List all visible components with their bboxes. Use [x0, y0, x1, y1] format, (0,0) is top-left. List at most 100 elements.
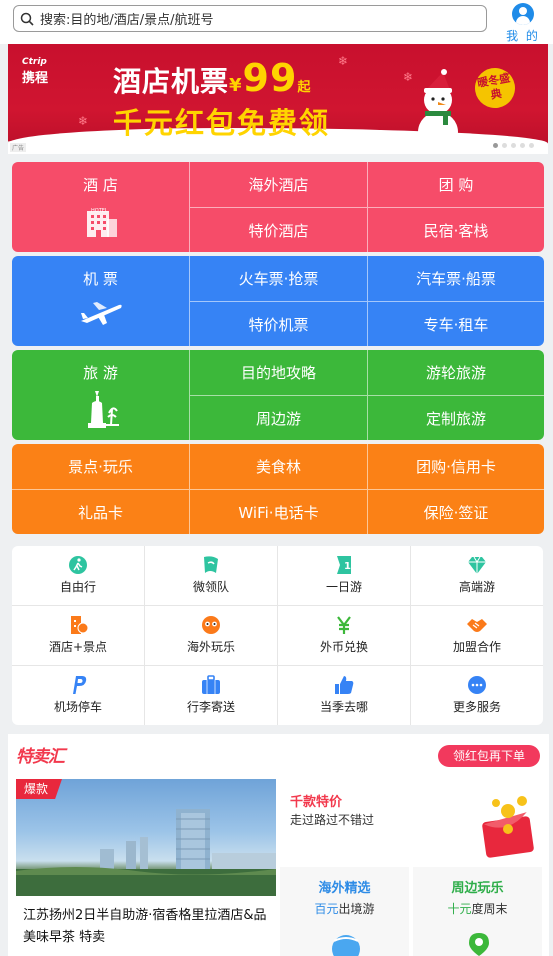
snowflake-icon: ❄	[78, 114, 89, 128]
hotel-section: 酒 店 HOTEL 海外酒店 团 购 特价酒店 民宿·客栈	[12, 162, 544, 252]
travel-button[interactable]: 旅 游	[12, 350, 189, 440]
service-label: 更多服务	[452, 700, 501, 714]
service-seasonal-picks[interactable]: 当季去哪	[278, 666, 410, 725]
flash-sale-section: 特卖汇 领红包再下单 爆款 江苏扬州2日半自助游·宿香格里拉酒店&品美味早茶 特…	[8, 734, 549, 956]
more-icon	[468, 676, 486, 694]
location-pin-icon	[469, 933, 489, 956]
overseas-hotel-button[interactable]: 海外酒店	[189, 162, 367, 207]
service-overseas-fun[interactable]: 海外玩乐	[145, 606, 277, 665]
service-label: 机场停车	[53, 700, 102, 714]
thumb-up-icon	[335, 676, 354, 694]
flag-icon	[204, 556, 218, 573]
search-input[interactable]: 搜索:目的地/酒店/景点/航班号	[13, 5, 487, 32]
food-button[interactable]: 美食林	[189, 444, 367, 489]
service-free-travel[interactable]: 自由行	[12, 546, 144, 605]
service-label: 行李寄送	[186, 700, 235, 714]
banner-headline: 酒店机票¥99起	[113, 56, 311, 100]
luggage-icon	[202, 675, 220, 694]
homestay-button[interactable]: 民宿·客栈	[367, 207, 544, 252]
red-envelope-icon	[482, 796, 534, 858]
ctrip-logo: Ctrip 携程	[22, 57, 49, 87]
hot-tag: 爆款	[16, 779, 62, 799]
my-account-button[interactable]: 我 的	[503, 3, 543, 43]
service-label: 一日游	[325, 580, 362, 594]
svg-text:1: 1	[344, 561, 351, 572]
nearby-fun-highlight: 十元	[447, 902, 472, 916]
thousand-deals-subtitle: 走过路过不错过	[290, 813, 375, 827]
train-ticket-button[interactable]: 火车票·抢票	[189, 256, 367, 301]
banner-price-suffix: 起	[297, 80, 312, 95]
flight-section: 机 票 火车票·抢票 汽车票·船票 特价机票 专车·租车	[12, 256, 544, 346]
destination-guide-button[interactable]: 目的地攻略	[189, 350, 367, 395]
flight-label: 机 票	[83, 270, 118, 288]
service-label: 高端游	[458, 580, 495, 594]
service-more[interactable]: 更多服务	[411, 666, 543, 725]
walker-icon	[69, 556, 87, 574]
flight-button[interactable]: 机 票	[12, 256, 189, 346]
attractions-button[interactable]: 景点·玩乐	[12, 444, 189, 489]
discount-hotel-button[interactable]: 特价酒店	[189, 207, 367, 252]
carousel-dots	[493, 143, 534, 148]
get-coupon-button[interactable]: 领红包再下单	[438, 745, 540, 767]
logo-english: Ctrip	[22, 57, 47, 67]
nearby-fun-rest: 度周末	[471, 902, 508, 916]
nearby-tour-button[interactable]: 周边游	[189, 395, 367, 440]
overseas-picks-subtitle: 百元出境游	[280, 900, 409, 917]
service-label: 酒店+景点	[48, 640, 108, 654]
diamond-icon	[468, 556, 486, 574]
overseas-picks-highlight: 百元	[314, 902, 339, 916]
activities-section: 景点·玩乐 美食林 团购·信用卡 礼品卡 WiFi·电话卡 保险·签证	[12, 444, 544, 534]
hot-deal-title: 江苏扬州2日半自助游·宿香格里拉酒店&品美味早茶 特卖	[23, 908, 267, 945]
service-luggage-delivery[interactable]: 行李寄送	[145, 666, 277, 725]
promo-banner[interactable]: ❄ ❄ ❄ ❄ Ctrip 携程 酒店机票¥99起 千元红包免费领 暖冬盛典 广…	[8, 44, 548, 154]
travel-label: 旅 游	[83, 364, 118, 382]
search-icon	[20, 12, 34, 26]
statue-of-liberty-icon	[87, 391, 119, 428]
hotel-button[interactable]: 酒 店 HOTEL	[12, 162, 189, 252]
cruise-button[interactable]: 游轮旅游	[367, 350, 544, 395]
snowflake-icon: ❄	[338, 54, 349, 68]
nearby-fun-card[interactable]: 周边玩乐 十元度周末	[413, 867, 542, 956]
travel-section: 旅 游 目的地攻略 游轮旅游 周边游 定制旅游	[12, 350, 544, 440]
airplane-icon	[80, 302, 122, 325]
discount-flight-button[interactable]: 特价机票	[189, 301, 367, 346]
wifi-phone-card-button[interactable]: WiFi·电话卡	[189, 489, 367, 534]
hot-deal-card[interactable]: 爆款 江苏扬州2日半自助游·宿香格里拉酒店&品美味早茶 特卖	[16, 779, 276, 956]
service-micro-guide[interactable]: 微领队	[145, 546, 277, 605]
thousand-deals-card[interactable]: 千款特价 走过路过不错过	[280, 779, 542, 864]
parking-icon	[73, 676, 87, 694]
banner-price-value: 99	[242, 56, 298, 100]
service-partnership[interactable]: 加盟合作	[411, 606, 543, 665]
custom-tour-button[interactable]: 定制旅游	[367, 395, 544, 440]
svg-text:HOTEL: HOTEL	[91, 208, 108, 214]
banner-subline: 千元红包免费领	[113, 106, 331, 140]
ad-tag: 广告	[10, 143, 27, 152]
service-currency-exchange[interactable]: 外币兑换	[278, 606, 410, 665]
thousand-deals-title: 千款特价	[290, 795, 343, 810]
nearby-fun-subtitle: 十元度周末	[413, 900, 542, 917]
nearby-fun-title: 周边玩乐	[451, 881, 504, 896]
globe-plane-icon	[332, 935, 360, 956]
gift-card-button[interactable]: 礼品卡	[12, 489, 189, 534]
snowflake-icon: ❄	[403, 70, 414, 84]
overseas-picks-card[interactable]: 海外精选 百元出境游	[280, 867, 409, 956]
group-buy-button[interactable]: 团 购	[367, 162, 544, 207]
service-label: 外币兑换	[319, 640, 368, 654]
yen-icon	[337, 616, 351, 634]
service-day-tour[interactable]: 1 一日游	[278, 546, 410, 605]
service-label: 加盟合作	[452, 640, 501, 654]
search-placeholder: 搜索:目的地/酒店/景点/航班号	[40, 13, 214, 28]
one-day-icon: 1	[337, 556, 351, 574]
insurance-visa-button[interactable]: 保险·签证	[367, 489, 544, 534]
banner-headline-text: 酒店机票	[113, 65, 230, 98]
service-luxury-tour[interactable]: 高端游	[411, 546, 543, 605]
bus-ferry-button[interactable]: 汽车票·船票	[367, 256, 544, 301]
group-credit-card-button[interactable]: 团购·信用卡	[367, 444, 544, 489]
service-label: 当季去哪	[319, 700, 368, 714]
mask-icon	[202, 616, 220, 634]
car-rental-button[interactable]: 专车·租车	[367, 301, 544, 346]
service-hotel-scenic[interactable]: 酒店+景点	[12, 606, 144, 665]
service-airport-parking[interactable]: 机场停车	[12, 666, 144, 725]
flash-sale-logo: 特卖汇	[16, 747, 65, 767]
logo-chinese: 携程	[22, 71, 49, 86]
